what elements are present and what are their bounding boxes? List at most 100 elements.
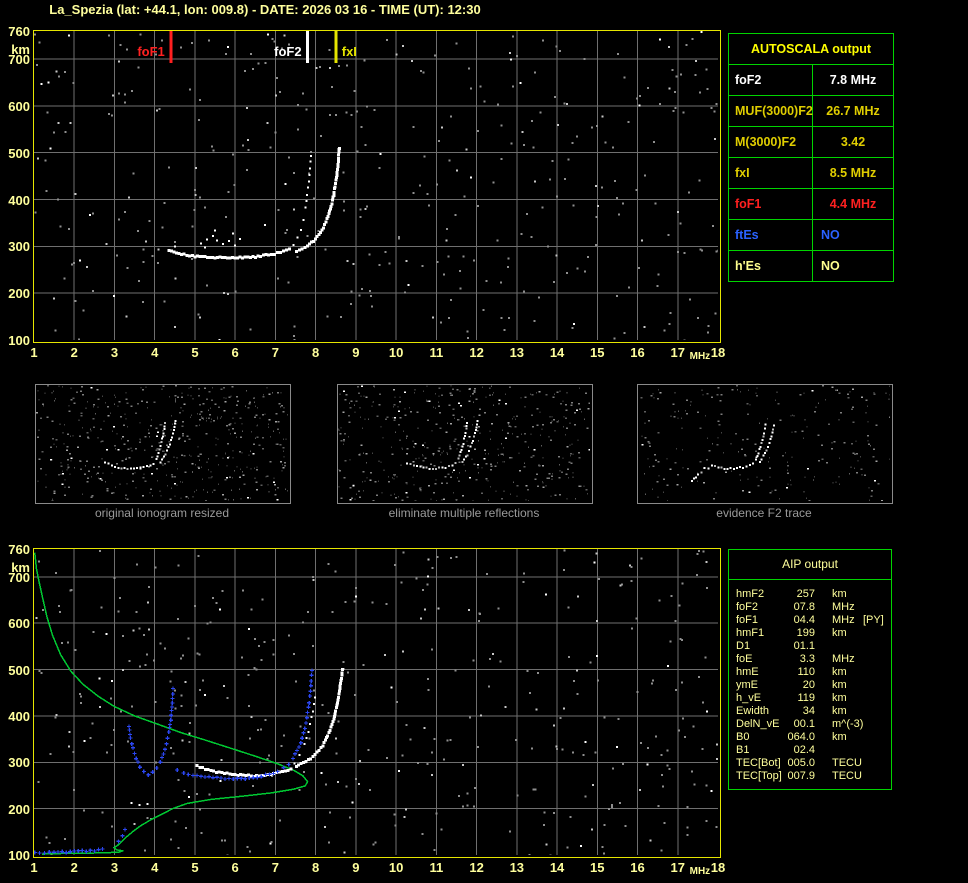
thumbnail-caption-f2: evidence F2 trace <box>716 506 812 520</box>
autoscala-param-label: M(3000)F2 <box>729 127 813 157</box>
x-tick-label: 13 <box>509 345 525 360</box>
autoscala-param-label: h'Es <box>729 251 813 281</box>
aip-unit: MHz <box>832 601 855 613</box>
aip-table-rows: hmF2 257 km foF2 07.8 MHz foF1 04.4 MHz [PY] hmF1 1… <box>729 580 891 783</box>
autoscala-param-label: ftEs <box>729 220 813 250</box>
y-tick-label: 600 <box>8 616 30 632</box>
trace-F-trace-flat <box>167 247 291 260</box>
aip-row-B1: B1 02.4 <box>729 744 891 757</box>
x-tick-label: 10 <box>388 860 404 875</box>
y-tick-label: 100 <box>8 333 30 348</box>
x-tick-label: 1 <box>30 345 38 360</box>
autoscala-param-value: 3.42 <box>840 135 866 149</box>
autoscala-param-value: 7.8 MHz <box>829 73 877 87</box>
x-tick-label: 14 <box>549 345 565 360</box>
aip-row-DelN_vE: DelN_vE 00.1 m^(-3) <box>729 718 891 731</box>
aip-row-TEC[Bot]: TEC[Bot] 005.0 TECU <box>729 757 891 770</box>
y-tick-label: 400 <box>8 708 30 724</box>
aip-value: 110 <box>797 666 815 678</box>
x-tick-label: 10 <box>388 345 404 360</box>
aip-label: foF2 <box>736 601 759 613</box>
autoscala-row-h'Es: h'Es NO <box>729 250 893 281</box>
x-tick-label: 7 <box>271 860 280 875</box>
y-tick-label: 400 <box>8 192 30 208</box>
aip-value: 007.9 <box>787 770 815 782</box>
x-tick-label: 5 <box>191 860 199 875</box>
aip-unit: MHz <box>832 653 855 665</box>
autoscala-table-rows: foF2 7.8 MHz MUF(3000)F2 26.7 MHz M(3000)F2 3… <box>729 64 893 281</box>
x-tick-label: 18 <box>710 860 726 875</box>
x-tick-label: 3 <box>110 345 119 360</box>
autoscala-param-value: NO <box>821 228 840 242</box>
x-tick-label: 6 <box>231 860 239 875</box>
top-ionogram-plot <box>33 30 721 343</box>
y-axis-unit: km <box>11 42 30 57</box>
thumbnail-caption-original: original ionogram resized <box>94 506 230 520</box>
aip-label: hmF2 <box>736 588 765 600</box>
aip-value: 20 <box>802 679 815 691</box>
x-tick-label: 9 <box>352 345 360 360</box>
aip-row-B0: B0 064.0 km <box>729 731 891 744</box>
aip-label: D1 <box>736 640 751 652</box>
y-tick-label: 300 <box>8 239 30 255</box>
x-tick-label: 9 <box>352 860 360 875</box>
y-tick-label: 760 <box>8 542 30 557</box>
grid-lines <box>34 31 718 340</box>
x-tick-label: 8 <box>312 345 320 360</box>
y-tick-label: 300 <box>8 755 30 771</box>
thumbnail-cleaned-ionogram <box>337 384 593 504</box>
trace-fitted-F2-trace <box>175 668 315 782</box>
aip-value: 34 <box>802 705 815 717</box>
aip-value: 257 <box>796 588 815 600</box>
x-tick-label: 1 <box>30 860 38 875</box>
x-tick-label: 16 <box>630 860 645 875</box>
autoscala-param-value: 26.7 MHz <box>826 104 880 118</box>
aip-unit: km <box>832 679 847 691</box>
aip-row-h_vE: h_vE 119 km <box>729 692 891 705</box>
aip-row-D1: D1 01.1 <box>729 640 891 653</box>
noise-dots <box>34 31 720 342</box>
autoscala-param-value: 4.4 MHz <box>829 197 877 211</box>
aip-row-hmE: hmE 110 km <box>729 666 891 679</box>
y-tick-label: 500 <box>8 662 30 678</box>
y-tick-label: 200 <box>8 286 30 302</box>
y-tick-label: 600 <box>8 98 30 114</box>
aip-label: h_vE <box>736 692 762 704</box>
autoscala-param-label: fxI <box>729 158 813 188</box>
x-tick-label: 15 <box>590 345 605 360</box>
aip-row-foF1: foF1 04.4 MHz [PY] <box>729 614 891 627</box>
autoscala-table-header: AUTOSCALA output <box>750 42 872 56</box>
top-ionogram-canvas <box>34 31 720 342</box>
autoscala-row-foF2: foF2 7.8 MHz <box>729 64 893 95</box>
autoscala-row-MUF(3000)F2: MUF(3000)F2 26.7 MHz <box>729 95 893 126</box>
aip-row-TEC[Top]: TEC[Top] 007.9 TECU <box>729 770 891 783</box>
x-tick-label: 4 <box>151 860 159 875</box>
aip-label: B0 <box>736 731 750 743</box>
autoscala-row-foF1: foF1 4.4 MHz <box>729 188 893 219</box>
thumbnail-cleaned-canvas <box>338 385 591 502</box>
trace-E-trace-scatter <box>130 802 149 806</box>
aip-unit: km <box>832 627 847 639</box>
autoscala-row-fxI: fxI 8.5 MHz <box>729 157 893 188</box>
x-tick-label: 11 <box>429 345 444 360</box>
aip-unit: TECU <box>832 757 862 769</box>
y-tick-label: 100 <box>8 848 30 863</box>
aip-unit: km <box>832 692 847 704</box>
foF2-marker-label: foF2 <box>274 44 302 59</box>
x-tick-label: 13 <box>509 860 525 875</box>
autoscala-param-value: NO <box>821 259 840 273</box>
y-tick-label: 500 <box>8 145 30 161</box>
aip-value: 199 <box>796 627 815 639</box>
x-tick-label: 18 <box>710 345 726 360</box>
thumbnail-f2-canvas <box>640 385 892 502</box>
x-tick-label: 12 <box>469 860 484 875</box>
trace-fitted-F1-cusp <box>126 686 176 777</box>
foF1-marker-label: foF1 <box>137 44 165 59</box>
aip-unit: km <box>832 731 847 743</box>
x-tick-label: 17 <box>670 345 685 360</box>
aip-label: hmE <box>736 666 759 678</box>
x-tick-label: 12 <box>469 345 484 360</box>
aip-table-header: AIP output <box>729 550 891 580</box>
aip-unit: km <box>832 666 847 678</box>
x-axis-unit: MHz <box>689 351 711 362</box>
